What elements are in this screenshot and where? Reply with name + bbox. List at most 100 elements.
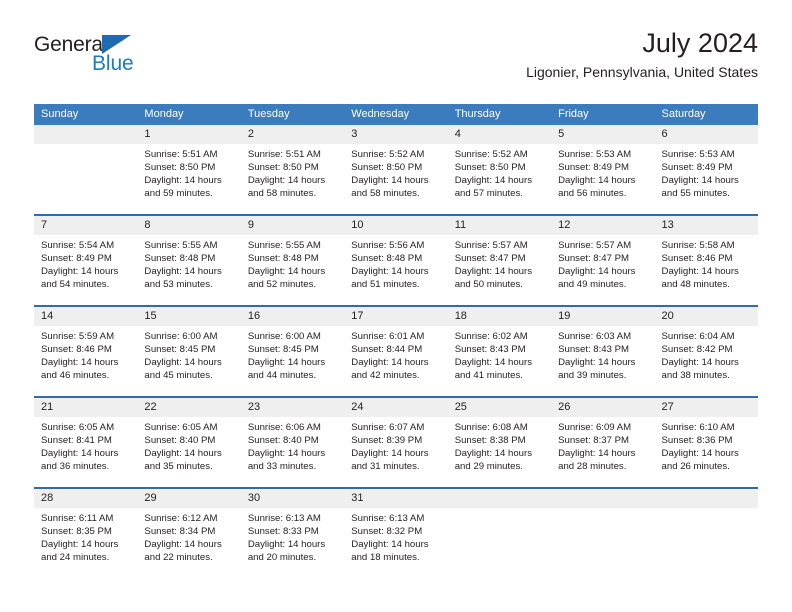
day-number-14[interactable]: 14 [34, 307, 137, 326]
day-cell-20[interactable]: Sunrise: 6:04 AM Sunset: 8:42 PM Daylight:… [655, 326, 758, 396]
daylight-text: Daylight: 14 hours [247, 539, 326, 550]
day-number-23[interactable]: 23 [241, 398, 344, 417]
day-number-1[interactable]: 1 [137, 125, 240, 144]
day-cell-4[interactable]: Sunrise: 5:52 AM Sunset: 8:50 PM Daylight:… [448, 144, 551, 214]
day-cell-19[interactable]: Sunrise: 6:03 AM Sunset: 8:43 PM Daylight:… [551, 326, 654, 396]
daylight-text: and 42 minutes. [351, 370, 420, 381]
sunrise-text: Sunrise: 6:01 AM [351, 331, 425, 342]
day-number-12[interactable]: 12 [551, 216, 654, 235]
daylight-text: and 26 minutes. [661, 461, 730, 472]
day-number-3[interactable]: 3 [344, 125, 447, 144]
sunrise-text: Sunrise: 6:05 AM [41, 422, 115, 433]
day-cell-29[interactable]: Sunrise: 6:12 AM Sunset: 8:34 PM Daylight:… [137, 508, 240, 578]
sunrise-text: Sunrise: 6:05 AM [144, 422, 218, 433]
page-title: July 2024 [642, 28, 758, 58]
day-number-4[interactable]: 4 [448, 125, 551, 144]
day-cell-30[interactable]: Sunrise: 6:13 AM Sunset: 8:33 PM Daylight:… [241, 508, 344, 578]
day-number-15[interactable]: 15 [137, 307, 240, 326]
day-number-25[interactable]: 25 [448, 398, 551, 417]
daylight-text: Daylight: 14 hours [454, 266, 533, 277]
daylight-text: and 24 minutes. [41, 552, 110, 563]
day-cell-22[interactable]: Sunrise: 6:05 AM Sunset: 8:40 PM Daylight:… [137, 417, 240, 487]
day-number-27[interactable]: 27 [655, 398, 758, 417]
sunset-text: Sunset: 8:49 PM [41, 253, 112, 264]
day-cell-3[interactable]: Sunrise: 5:52 AM Sunset: 8:50 PM Daylight:… [344, 144, 447, 214]
daylight-text: and 28 minutes. [558, 461, 627, 472]
day-number-31[interactable]: 31 [344, 489, 447, 508]
day-cell-21[interactable]: Sunrise: 6:05 AM Sunset: 8:41 PM Daylight:… [34, 417, 137, 487]
day-number-9[interactable]: 9 [241, 216, 344, 235]
day-cell-15[interactable]: Sunrise: 6:00 AM Sunset: 8:45 PM Daylight:… [137, 326, 240, 396]
daylight-text: Daylight: 14 hours [41, 448, 119, 459]
day-number-7[interactable]: 7 [34, 216, 137, 235]
day-number-22[interactable]: 22 [137, 398, 240, 417]
daylight-text: and 33 minutes. [247, 461, 317, 472]
day-number-6[interactable]: 6 [655, 125, 758, 144]
daylight-text: and 50 minutes. [454, 279, 523, 290]
day-number-18[interactable]: 18 [448, 307, 551, 326]
day-cell-31[interactable]: Sunrise: 6:13 AM Sunset: 8:32 PM Daylight:… [344, 508, 447, 578]
day-number-row: 7 8 9 10 11 12 13 [34, 216, 758, 235]
day-number-5[interactable]: 5 [551, 125, 654, 144]
day-number-row: 28 29 30 31 [34, 489, 758, 508]
day-cell-1[interactable]: Sunrise: 5:51 AM Sunset: 8:50 PM Daylight:… [137, 144, 240, 214]
day-cell-28[interactable]: Sunrise: 6:11 AM Sunset: 8:35 PM Daylight:… [34, 508, 137, 578]
sunrise-text: Sunrise: 6:04 AM [661, 331, 735, 342]
day-number-13[interactable]: 13 [655, 216, 758, 235]
day-detail-row: Sunrise: 5:59 AM Sunset: 8:46 PM Daylight:… [34, 326, 758, 396]
day-cell-16[interactable]: Sunrise: 6:00 AM Sunset: 8:45 PM Daylight:… [241, 326, 344, 396]
day-cell-27[interactable]: Sunrise: 6:10 AM Sunset: 8:36 PM Daylight:… [655, 417, 758, 487]
day-cell-11[interactable]: Sunrise: 5:57 AM Sunset: 8:47 PM Daylight:… [448, 235, 551, 305]
day-cell-25[interactable]: Sunrise: 6:08 AM Sunset: 8:38 PM Daylight:… [448, 417, 551, 487]
daylight-text: and 55 minutes. [661, 188, 730, 199]
general-blue-logo: General Blue [34, 34, 214, 84]
day-cell-13[interactable]: Sunrise: 5:58 AM Sunset: 8:46 PM Daylight:… [655, 235, 758, 305]
day-number-10[interactable]: 10 [344, 216, 447, 235]
sunset-text: Sunset: 8:41 PM [41, 435, 112, 446]
sunrise-text: Sunrise: 5:57 AM [558, 240, 632, 251]
day-cell-2[interactable]: Sunrise: 5:51 AM Sunset: 8:50 PM Daylight:… [241, 144, 344, 214]
daylight-text: Daylight: 14 hours [558, 357, 636, 368]
day-cell-24[interactable]: Sunrise: 6:07 AM Sunset: 8:39 PM Daylight:… [344, 417, 447, 487]
day-cell-5[interactable]: Sunrise: 5:53 AM Sunset: 8:49 PM Daylight:… [551, 144, 654, 214]
daylight-text: Daylight: 14 hours [144, 448, 222, 459]
day-cell-18[interactable]: Sunrise: 6:02 AM Sunset: 8:43 PM Daylight:… [448, 326, 551, 396]
day-number-empty [655, 489, 758, 508]
sunset-text: Sunset: 8:50 PM [351, 162, 423, 173]
day-number-2[interactable]: 2 [241, 125, 344, 144]
sunset-text: Sunset: 8:37 PM [558, 435, 630, 446]
day-number-19[interactable]: 19 [551, 307, 654, 326]
daylight-text: and 59 minutes. [144, 188, 213, 199]
sunset-text: Sunset: 8:48 PM [144, 253, 216, 264]
day-cell-9[interactable]: Sunrise: 5:55 AM Sunset: 8:48 PM Daylight:… [241, 235, 344, 305]
day-number-8[interactable]: 8 [137, 216, 240, 235]
day-cell-14[interactable]: Sunrise: 5:59 AM Sunset: 8:46 PM Daylight:… [34, 326, 137, 396]
day-number-30[interactable]: 30 [241, 489, 344, 508]
day-number-29[interactable]: 29 [137, 489, 240, 508]
day-detail-row: Sunrise: 5:51 AM Sunset: 8:50 PM Daylight:… [34, 144, 758, 214]
sunrise-text: Sunrise: 6:03 AM [558, 331, 632, 342]
day-cell-26[interactable]: Sunrise: 6:09 AM Sunset: 8:37 PM Daylight:… [551, 417, 654, 487]
day-number-11[interactable]: 11 [448, 216, 551, 235]
sunrise-text: Sunrise: 6:02 AM [454, 331, 528, 342]
daylight-text: and 22 minutes. [144, 552, 213, 563]
sunrise-text: Sunrise: 5:55 AM [144, 240, 218, 251]
day-number-20[interactable]: 20 [655, 307, 758, 326]
day-number-24[interactable]: 24 [344, 398, 447, 417]
day-cell-23[interactable]: Sunrise: 6:06 AM Sunset: 8:40 PM Daylight:… [241, 417, 344, 487]
day-cell-6[interactable]: Sunrise: 5:53 AM Sunset: 8:49 PM Daylight:… [655, 144, 758, 214]
day-number-28[interactable]: 28 [34, 489, 137, 508]
day-cell-17[interactable]: Sunrise: 6:01 AM Sunset: 8:44 PM Daylight:… [344, 326, 447, 396]
day-cell-10[interactable]: Sunrise: 5:56 AM Sunset: 8:48 PM Daylight:… [344, 235, 447, 305]
daylight-text: Daylight: 14 hours [558, 175, 636, 186]
daylight-text: Daylight: 14 hours [144, 539, 222, 550]
day-cell-12[interactable]: Sunrise: 5:57 AM Sunset: 8:47 PM Daylight:… [551, 235, 654, 305]
day-cell-7[interactable]: Sunrise: 5:54 AM Sunset: 8:49 PM Daylight:… [34, 235, 137, 305]
daylight-text: and 57 minutes. [454, 188, 523, 199]
day-cell-8[interactable]: Sunrise: 5:55 AM Sunset: 8:48 PM Daylight:… [137, 235, 240, 305]
day-number-26[interactable]: 26 [551, 398, 654, 417]
day-number-21[interactable]: 21 [34, 398, 137, 417]
day-number-16[interactable]: 16 [241, 307, 344, 326]
day-number-row: 123456 [34, 125, 758, 144]
day-number-17[interactable]: 17 [344, 307, 447, 326]
